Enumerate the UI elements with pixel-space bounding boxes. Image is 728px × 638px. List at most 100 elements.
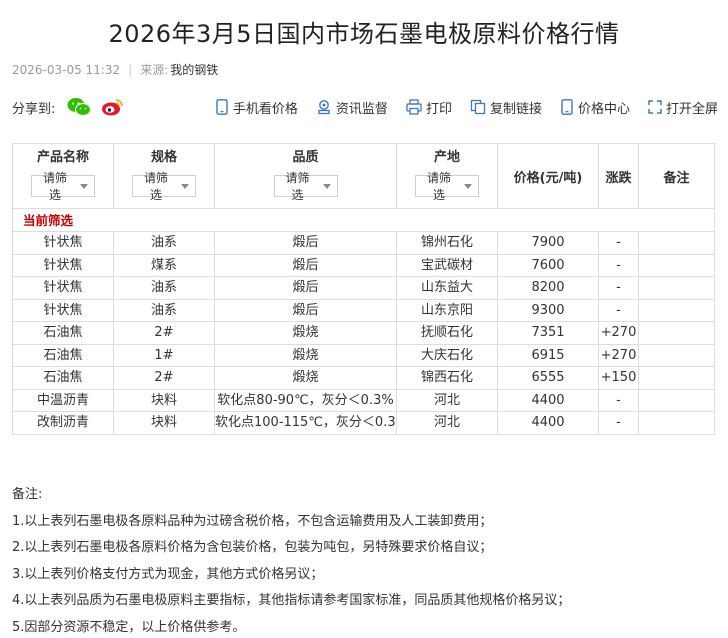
cell-price: 6555 — [497, 366, 599, 390]
cell-product: 针状焦 — [12, 276, 114, 300]
cell-remark — [638, 388, 715, 412]
copy-icon — [470, 99, 486, 115]
notes-heading: 备注: — [12, 487, 43, 502]
column-header-origin: 产地 请筛选 — [396, 143, 498, 209]
source-name: 我的钢铁 — [170, 63, 219, 77]
cell-change: - — [598, 276, 639, 300]
price-center-button[interactable]: 价格中心 — [560, 98, 630, 117]
cell-change: - — [598, 231, 639, 255]
mobile-price-label: 手机看价格 — [232, 101, 298, 117]
column-header-spec: 规格 请筛选 — [113, 143, 215, 209]
weibo-icon[interactable] — [101, 96, 125, 118]
cell-quality: 软化点100-115℃，灰分＜0.3% — [214, 411, 397, 435]
cell-change: - — [598, 388, 639, 412]
column-header-quality: 品质 请筛选 — [214, 143, 397, 209]
chevron-down-icon — [322, 183, 331, 189]
cell-origin[interactable]: 河北 — [396, 411, 498, 435]
table-row: 石油焦 2# 煅烧 锦西石化 6555 +150 — [12, 366, 715, 390]
cell-origin[interactable]: 河北 — [396, 388, 498, 412]
cell-product: 针状焦 — [12, 298, 114, 322]
wechat-icon[interactable] — [67, 96, 92, 118]
article-meta: 2026-03-05 11:32 | 来源: 我的钢铁 — [12, 61, 218, 78]
cell-origin[interactable]: 山东益大 — [396, 276, 498, 300]
fullscreen-label: 打开全屏 — [665, 101, 718, 117]
cell-remark — [638, 321, 715, 345]
copy-link-button[interactable]: 复制链接 — [470, 98, 542, 117]
toolbar: 手机看价格 资讯监督 打印 复制链接 价格中心 打开全屏 — [215, 98, 718, 117]
cell-origin[interactable]: 宝武碳材 — [396, 253, 498, 277]
header-label: 价格(元/吨) — [513, 170, 583, 186]
cell-spec: 油系 — [113, 276, 215, 300]
cell-spec: 油系 — [113, 231, 215, 255]
notes-section: 备注: 1.以上表列石墨电极各原料品种为过磅含税价格，不包含运输费用及人工装卸费… — [12, 482, 718, 638]
cell-quality: 煅后 — [214, 276, 397, 300]
note-item: 1.以上表列石墨电极各原料品种为过磅含税价格，不包含运输费用及人工装卸费用； — [12, 513, 493, 529]
cell-spec: 煤系 — [113, 253, 215, 277]
price-center-label: 价格中心 — [577, 101, 630, 117]
table-row: 针状焦 煤系 煅后 宝武碳材 7600 - — [12, 253, 715, 277]
cell-change: - — [598, 298, 639, 322]
filter-label: 请筛选 — [42, 171, 67, 202]
chevron-down-icon — [181, 183, 189, 189]
meta-divider: | — [128, 62, 133, 77]
table-row: 针状焦 油系 煅后 山东益大 8200 - — [12, 276, 715, 300]
printer-icon — [406, 99, 422, 115]
spec-filter-select[interactable]: 请筛选 — [132, 171, 196, 202]
cell-quality: 煅烧 — [214, 343, 397, 367]
origin-filter-select[interactable]: 请筛选 — [415, 171, 479, 202]
header-label: 涨跌 — [605, 170, 632, 186]
cell-quality: 煅后 — [214, 231, 397, 255]
header-label: 备注 — [663, 170, 690, 186]
page-title: 2026年3月5日国内市场石墨电极原料价格行情 — [108, 20, 620, 48]
print-button[interactable]: 打印 — [406, 98, 452, 117]
note-item: 3.以上表列价格支付方式为现金，其他方式价格另议； — [12, 566, 324, 582]
column-header-change: 涨跌 — [598, 143, 639, 209]
cell-remark — [638, 276, 715, 300]
monitor-icon — [318, 100, 330, 115]
fullscreen-button[interactable]: 打开全屏 — [648, 98, 718, 117]
cell-origin[interactable]: 山东京阳 — [396, 298, 498, 322]
cell-origin[interactable]: 锦州石化 — [396, 231, 498, 255]
column-header-product: 产品名称 请筛选 — [12, 143, 114, 209]
cell-origin[interactable]: 抚顺石化 — [396, 321, 498, 345]
cell-spec: 块料 — [113, 388, 215, 412]
cell-remark — [638, 366, 715, 390]
cell-origin[interactable]: 锦西石化 — [396, 366, 498, 390]
cell-remark — [638, 298, 715, 322]
cell-price: 8200 — [497, 276, 599, 300]
cell-price: 4400 — [497, 388, 599, 412]
phone-icon — [216, 99, 228, 115]
info-monitor-label: 资讯监督 — [335, 101, 388, 117]
cell-price: 4400 — [497, 411, 599, 435]
print-label: 打印 — [425, 101, 452, 117]
share-bar: 分享到: 手机看价格 资讯监督 打印 复制链接 价格中心 打开全屏 — [12, 96, 718, 118]
cell-spec: 2# — [113, 321, 215, 345]
quality-filter-select[interactable]: 请筛选 — [273, 171, 338, 202]
cell-remark — [638, 253, 715, 277]
cell-quality: 煅后 — [214, 253, 397, 277]
header-label: 品质 — [292, 150, 319, 165]
product-filter-select[interactable]: 请筛选 — [31, 171, 95, 202]
cell-quality: 软化点80-90℃，灰分＜0.3% — [214, 388, 397, 412]
source-label: 来源: — [140, 63, 169, 77]
chevron-down-icon — [464, 183, 472, 189]
cell-spec: 油系 — [113, 298, 215, 322]
cell-product: 石油焦 — [12, 366, 114, 390]
cell-origin[interactable]: 大庆石化 — [396, 343, 498, 367]
cell-change: - — [598, 253, 639, 277]
cell-remark — [638, 231, 715, 255]
cell-change: - — [598, 411, 639, 435]
share-label: 分享到: — [12, 101, 56, 117]
header-label: 规格 — [150, 150, 177, 165]
cell-spec: 2# — [113, 366, 215, 390]
cell-change: +150 — [598, 366, 639, 390]
price-table: 产品名称 请筛选 规格 请筛选 品质 请筛选 产地 请筛选 价格(元/吨) 涨跌… — [12, 143, 715, 435]
table-row: 中温沥青 块料 软化点80-90℃，灰分＜0.3% 河北 4400 - — [12, 388, 715, 412]
column-header-price: 价格(元/吨) — [497, 143, 599, 209]
table-row: 石油焦 2# 煅烧 抚顺石化 7351 +270 — [12, 321, 715, 345]
info-monitor-button[interactable]: 资讯监督 — [316, 98, 388, 117]
mobile-price-button[interactable]: 手机看价格 — [215, 98, 298, 117]
header-label: 产地 — [433, 150, 460, 165]
cell-product: 石油焦 — [12, 343, 114, 367]
table-row: 针状焦 油系 煅后 山东京阳 9300 - — [12, 298, 715, 322]
